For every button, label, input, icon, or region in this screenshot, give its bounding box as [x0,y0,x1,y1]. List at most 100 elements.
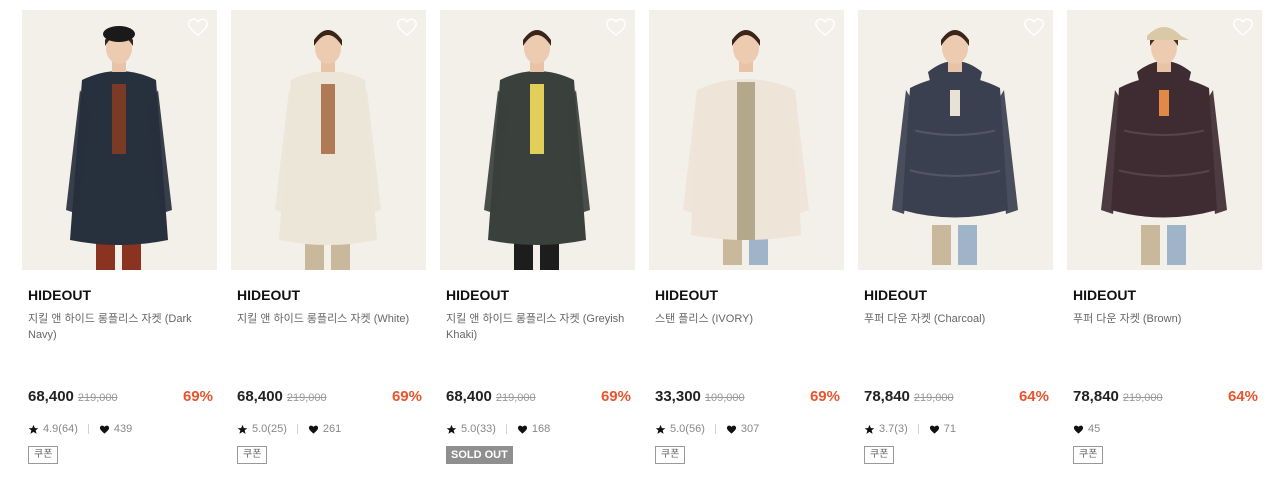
product-card[interactable]: HIDEOUT 스탠 플리스 (IVORY) 33,300 109,000 69% 5.0… [649,10,844,486]
sale-price: 78,840 [864,388,910,405]
product-photo [892,30,1018,265]
price-row: 68,400 219,000 69% [28,388,213,408]
product-name[interactable]: 지킬 앤 하이드 롱플리스 자켓 (White) [237,311,420,327]
original-price: 219,000 [495,392,536,404]
price-row: 33,300 109,000 69% [655,388,840,408]
heart-filled-icon [1073,424,1084,435]
brand-name[interactable]: HIDEOUT [446,287,509,303]
product-image[interactable] [1067,10,1262,270]
wishlist-heart-icon[interactable] [1023,16,1045,38]
sale-price: 78,840 [1073,388,1119,405]
coupon-badge: 쿠폰 [237,446,268,464]
like-count: 439 [113,423,133,435]
product-image[interactable] [649,10,844,270]
brand-name[interactable]: HIDEOUT [237,287,300,303]
brand-name[interactable]: HIDEOUT [28,287,91,303]
rating-value: 5.0(25) [252,423,287,435]
product-card[interactable]: HIDEOUT 지킬 앤 하이드 롱플리스 자켓 (Dark Navy) 68,40… [22,10,217,486]
like-count: 45 [1088,423,1101,435]
divider [917,424,919,434]
brand-name[interactable]: HIDEOUT [1073,287,1136,303]
wishlist-heart-icon[interactable] [187,16,209,38]
original-price: 109,000 [704,392,745,404]
heart-filled-icon [308,424,319,435]
discount-rate: 69% [391,388,422,405]
heart-filled-icon [99,424,110,435]
wishlist-heart-icon[interactable] [396,16,418,38]
product-card[interactable]: HIDEOUT 푸퍼 다운 자켓 (Charcoal) 78,840 219,000 6… [858,10,1053,486]
like-count: 307 [740,423,760,435]
product-image[interactable] [231,10,426,270]
discount-rate: 69% [182,388,213,405]
divider [87,424,89,434]
product-image[interactable] [22,10,217,270]
review-meta: 5.0(56) 307 [655,422,759,436]
sale-price: 68,400 [446,388,492,405]
wishlist-heart-icon[interactable] [1232,16,1254,38]
product-photo [275,30,381,270]
sale-price: 68,400 [28,388,74,405]
star-icon [446,424,457,435]
product-grid: HIDEOUT 지킬 앤 하이드 롱플리스 자켓 (Dark Navy) 68,40… [22,10,1262,490]
price-row: 78,840 219,000 64% [1073,388,1258,408]
divider [714,424,716,434]
product-name[interactable]: 푸퍼 다운 자켓 (Brown) [1073,311,1256,327]
discount-rate: 64% [1018,388,1049,405]
review-meta: 4.9(64) 439 [28,422,132,436]
coupon-badge: 쿠폰 [864,446,895,464]
like-count: 168 [531,423,551,435]
price-row: 68,400 219,000 69% [446,388,631,408]
sold-out-badge: SOLD OUT [446,446,513,464]
product-card[interactable]: HIDEOUT 지킬 앤 하이드 롱플리스 자켓 (Greyish Khaki) 6… [440,10,635,486]
rating-value: 4.9(64) [43,423,78,435]
star-icon [237,424,248,435]
product-photo [683,30,809,265]
review-meta: 5.0(25) 261 [237,422,341,436]
product-name[interactable]: 지킬 앤 하이드 롱플리스 자켓 (Greyish Khaki) [446,311,629,343]
coupon-badge: 쿠폰 [655,446,686,464]
original-price: 219,000 [77,392,118,404]
wishlist-heart-icon[interactable] [605,16,627,38]
star-icon [28,424,39,435]
original-price: 219,000 [913,392,954,404]
review-meta: 3.7(3) 71 [864,422,956,436]
product-name[interactable]: 푸퍼 다운 자켓 (Charcoal) [864,311,1047,327]
rating-value: 5.0(33) [461,423,496,435]
wishlist-heart-icon[interactable] [814,16,836,38]
rating-value: 5.0(56) [670,423,705,435]
product-photo [66,26,172,270]
heart-filled-icon [517,424,528,435]
coupon-badge: 쿠폰 [1073,446,1104,464]
product-name[interactable]: 지킬 앤 하이드 롱플리스 자켓 (Dark Navy) [28,311,211,343]
product-card[interactable]: HIDEOUT 푸퍼 다운 자켓 (Brown) 78,840 219,000 64% 4… [1067,10,1262,486]
brand-name[interactable]: HIDEOUT [864,287,927,303]
like-count: 261 [322,423,342,435]
sale-price: 68,400 [237,388,283,405]
product-image[interactable] [440,10,635,270]
original-price: 219,000 [286,392,327,404]
discount-rate: 64% [1227,388,1258,405]
like-count: 71 [943,423,956,435]
sale-price: 33,300 [655,388,701,405]
heart-filled-icon [929,424,940,435]
product-card[interactable]: HIDEOUT 지킬 앤 하이드 롱플리스 자켓 (White) 68,400 219… [231,10,426,486]
price-row: 68,400 219,000 69% [237,388,422,408]
product-photo [484,30,590,270]
review-meta: 45 [1073,422,1100,436]
star-icon [864,424,875,435]
rating-value: 3.7(3) [879,423,908,435]
review-meta: 5.0(33) 168 [446,422,550,436]
discount-rate: 69% [809,388,840,405]
product-name[interactable]: 스탠 플리스 (IVORY) [655,311,838,327]
product-image[interactable] [858,10,1053,270]
brand-name[interactable]: HIDEOUT [655,287,718,303]
price-row: 78,840 219,000 64% [864,388,1049,408]
product-photo [1101,27,1227,265]
coupon-badge: 쿠폰 [28,446,59,464]
star-icon [655,424,666,435]
divider [505,424,507,434]
discount-rate: 69% [600,388,631,405]
divider [296,424,298,434]
heart-filled-icon [726,424,737,435]
original-price: 219,000 [1122,392,1163,404]
